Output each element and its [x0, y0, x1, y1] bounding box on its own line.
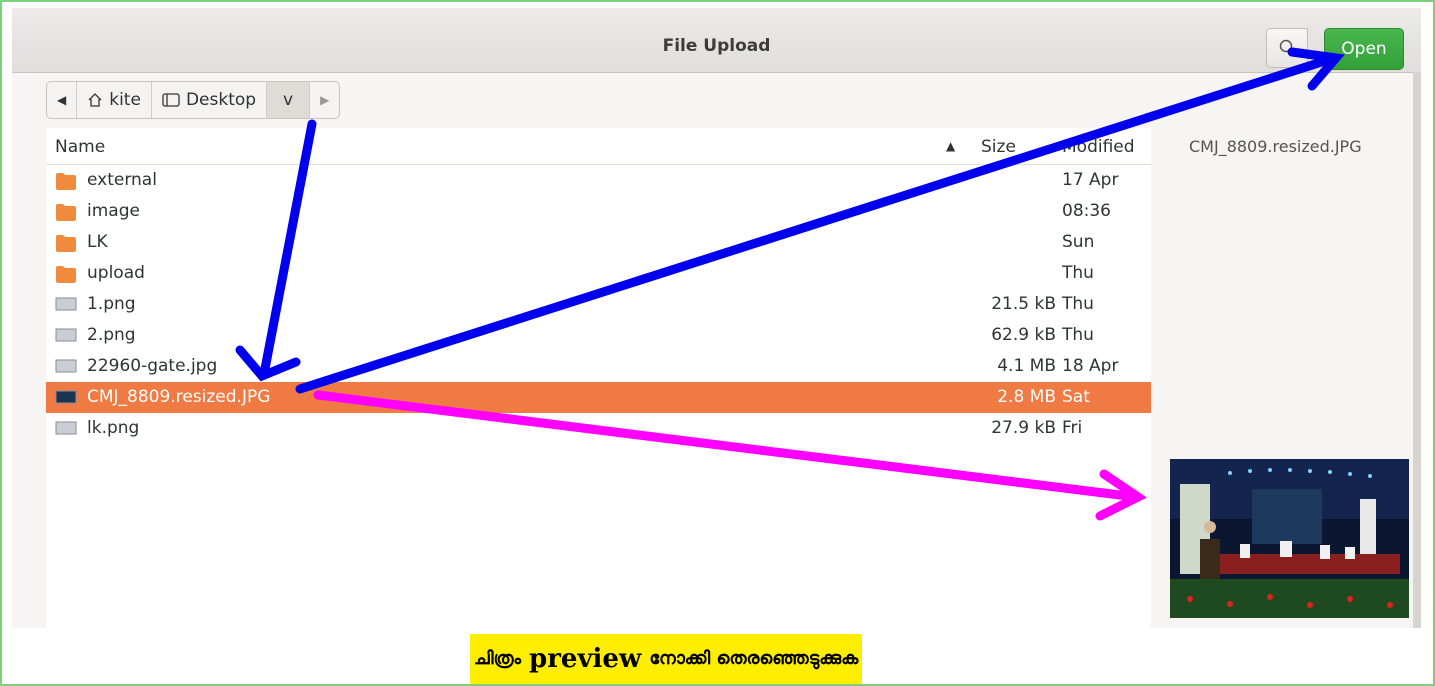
file-modified: Sun	[1062, 232, 1095, 252]
dialog-title: File Upload	[662, 36, 771, 56]
desktop-icon	[162, 93, 180, 107]
file-upload-dialog: File Upload Open ◀ kite Desktop v ▶ Name…	[12, 8, 1421, 628]
open-button[interactable]: Open	[1324, 28, 1404, 70]
file-size: 2.8 MB	[997, 387, 1056, 407]
file-modified: Sat	[1062, 387, 1090, 407]
caption-part-2: preview	[525, 634, 646, 684]
sort-ascending-icon: ▲	[946, 139, 956, 153]
path-crumb-label: v	[283, 90, 294, 110]
file-name: 1.png	[87, 294, 136, 314]
preview-image	[1170, 459, 1409, 618]
home-icon	[88, 93, 102, 107]
file-size: 62.9 kB	[991, 325, 1056, 345]
file-modified: Thu	[1062, 325, 1094, 345]
file-list: Name ▲ Size Modified external 17 Apr image…	[46, 128, 1151, 628]
search-icon	[1279, 39, 1293, 53]
file-size: 4.1 MB	[997, 356, 1056, 376]
image-thumb-icon	[55, 326, 77, 349]
file-name: 2.png	[87, 325, 136, 345]
file-name: upload	[87, 263, 145, 283]
image-thumb-icon	[55, 419, 77, 442]
instruction-caption: ചിത്രം preview നോക്കി തെരഞ്ഞെടുക്കുക	[470, 632, 863, 686]
title-bar: File Upload Open	[12, 8, 1421, 73]
chevron-right-icon: ▶	[320, 93, 330, 107]
column-modified[interactable]: Modified	[1062, 137, 1135, 157]
path-crumb-v[interactable]: v	[267, 82, 311, 118]
path-bar: ◀ kite Desktop v ▶	[46, 81, 341, 119]
path-crumb-desktop[interactable]: Desktop	[152, 82, 268, 118]
path-crumb-home[interactable]: kite	[77, 82, 152, 118]
path-crumb-label: kite	[109, 90, 141, 110]
file-row[interactable]: CMJ_8809.resized.JPG 2.8 MB Sat	[46, 382, 1151, 413]
file-row[interactable]: image 08:36	[46, 196, 1151, 227]
folder-icon	[55, 202, 77, 227]
image-thumb-icon	[55, 295, 77, 318]
file-modified: Thu	[1062, 294, 1094, 314]
path-crumb-label: Desktop	[185, 90, 257, 110]
column-name[interactable]: Name	[55, 137, 105, 157]
caption-part-3: നോക്കി തെരഞ്ഞെടുക്കുക	[645, 634, 863, 684]
file-size: 21.5 kB	[991, 294, 1056, 314]
file-modified: Fri	[1062, 418, 1083, 438]
preview-filename: CMJ_8809.resized.JPG	[1189, 137, 1362, 156]
file-row[interactable]: lk.png 27.9 kB Fri	[46, 413, 1151, 444]
caption-part-1: ചിത്രം	[470, 634, 526, 684]
file-name: external	[87, 170, 157, 190]
file-name: LK	[87, 232, 108, 252]
column-size[interactable]: Size	[981, 137, 1016, 157]
path-back-button[interactable]: ◀	[47, 82, 78, 118]
image-thumb-icon	[55, 388, 77, 411]
file-row[interactable]: external 17 Apr	[46, 165, 1151, 196]
file-row[interactable]: 22960-gate.jpg 4.1 MB 18 Apr	[46, 351, 1151, 382]
preview-pane: CMJ_8809.resized.JPG	[1152, 128, 1421, 628]
file-name: CMJ_8809.resized.JPG	[87, 387, 271, 407]
folder-icon	[55, 264, 77, 289]
file-size: 27.9 kB	[991, 418, 1056, 438]
file-row[interactable]: 2.png 62.9 kB Thu	[46, 320, 1151, 351]
file-row[interactable]: LK Sun	[46, 227, 1151, 258]
file-row[interactable]: 1.png 21.5 kB Thu	[46, 289, 1151, 320]
file-name: image	[87, 201, 140, 221]
file-modified: 08:36	[1062, 201, 1111, 221]
folder-icon	[55, 233, 77, 258]
file-modified: Thu	[1062, 263, 1094, 283]
file-name: lk.png	[87, 418, 140, 438]
file-row[interactable]: upload Thu	[46, 258, 1151, 289]
image-thumb-icon	[55, 357, 77, 380]
path-forward-button[interactable]: ▶	[310, 82, 339, 118]
file-name: 22960-gate.jpg	[87, 356, 218, 376]
chevron-left-icon: ◀	[57, 93, 67, 107]
vertical-scrollbar[interactable]	[1413, 72, 1421, 628]
column-header: Name ▲ Size Modified	[46, 128, 1151, 165]
file-modified: 18 Apr	[1062, 356, 1119, 376]
search-button[interactable]	[1266, 28, 1308, 68]
file-modified: 17 Apr	[1062, 170, 1119, 190]
folder-icon	[55, 171, 77, 196]
